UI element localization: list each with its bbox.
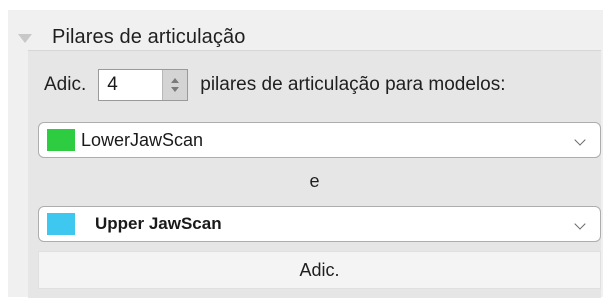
model-select-value: Upper JawScan	[95, 214, 222, 233]
chevron-down-icon[interactable]	[574, 134, 586, 146]
articulation-pillars-panel: Pilares de articulação Adic. pilares de …	[8, 10, 603, 298]
stepper-buttons[interactable]	[162, 70, 188, 100]
pillar-count-stepper[interactable]	[98, 69, 189, 101]
conjunction-label: e	[309, 171, 320, 191]
section-title: Pilares de articulação	[52, 25, 246, 48]
increment-icon[interactable]	[171, 78, 180, 83]
decrement-icon[interactable]	[171, 87, 180, 92]
model-select-value: LowerJawScan	[81, 129, 204, 150]
add-suffix-label: pilares de articulação para modelos:	[200, 74, 506, 95]
model-select-upper[interactable]: Upper JawScan	[38, 206, 601, 242]
chevron-down-icon[interactable]	[574, 218, 586, 230]
section-header[interactable]: Pilares de articulação	[18, 24, 245, 50]
pillar-count-input[interactable]	[99, 70, 163, 100]
add-pillars-row: Adic. pilares de articulação para modelo…	[28, 68, 505, 102]
model-select-lower[interactable]: LowerJawScan	[38, 122, 601, 158]
add-prefix-label: Adic.	[44, 74, 87, 95]
model-color-swatch	[47, 129, 75, 151]
section-content: Adic. pilares de articulação para modelo…	[28, 50, 601, 298]
collapse-arrow-icon[interactable]	[18, 33, 32, 43]
add-button[interactable]: Adic.	[38, 251, 601, 289]
model-color-swatch	[47, 213, 75, 235]
